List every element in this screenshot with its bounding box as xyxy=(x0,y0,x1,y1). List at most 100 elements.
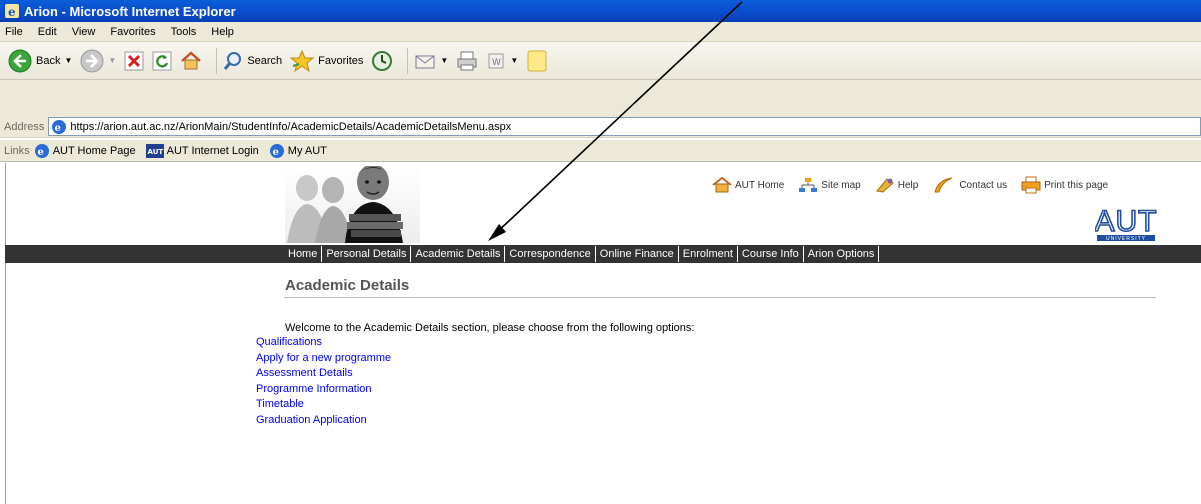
refresh-icon xyxy=(152,51,172,70)
aut-university-logo: AUT UNIVERSITY xyxy=(1094,200,1158,244)
menu-edit[interactable]: Edit xyxy=(37,26,58,38)
ie-window-icon: e xyxy=(5,4,19,19)
link-my-aut[interactable]: e My AUT xyxy=(269,143,327,159)
aut-logo-icon: AUT xyxy=(145,143,164,158)
back-button[interactable]: Back ▼ xyxy=(8,49,72,73)
toolbar-separator xyxy=(407,47,409,74)
option-graduation-application[interactable]: Graduation Application xyxy=(256,413,391,429)
menu-help[interactable]: Help xyxy=(210,26,235,38)
toolbar-separator xyxy=(216,47,218,74)
nav-enrolment[interactable]: Enrolment xyxy=(679,246,738,262)
edit-button[interactable]: W ▼ xyxy=(486,51,518,71)
link-label: My AUT xyxy=(287,144,327,157)
history-button[interactable] xyxy=(371,50,393,72)
menu-favorites[interactable]: Favorites xyxy=(109,26,156,38)
home-button[interactable] xyxy=(180,50,202,72)
option-timetable[interactable]: Timetable xyxy=(256,397,391,413)
help-label: Help xyxy=(897,179,919,191)
header-utility-links: AUT Home Site map Help Contact us Print … xyxy=(712,176,1122,194)
link-aut-home-page[interactable]: e AUT Home Page xyxy=(34,143,136,159)
window-titlebar: e Arion - Microsoft Internet Explorer xyxy=(0,0,1201,22)
print-page-label: Print this page xyxy=(1044,179,1109,191)
printer-icon xyxy=(1021,176,1041,194)
menu-view[interactable]: View xyxy=(71,26,97,38)
contact-us-link[interactable]: Contact us xyxy=(932,176,1007,194)
option-programme-information[interactable]: Programme Information xyxy=(256,382,391,398)
mail-dropdown-icon[interactable]: ▼ xyxy=(440,56,448,65)
aut-logo-image: AUT UNIVERSITY xyxy=(1094,204,1158,242)
address-url: https://arion.aut.ac.nz/ArionMain/Studen… xyxy=(70,120,512,133)
printer-icon xyxy=(457,51,477,70)
page-ie-icon: e xyxy=(52,119,67,134)
forward-button[interactable]: ▼ xyxy=(80,49,116,73)
window-title: Arion - Microsoft Internet Explorer xyxy=(24,3,236,19)
history-icon xyxy=(372,50,393,71)
menu-file[interactable]: File xyxy=(4,26,24,38)
link-aut-internet-login[interactable]: AUT AUT Internet Login xyxy=(145,143,259,158)
favorites-star-icon xyxy=(290,49,315,72)
sticky-note-icon xyxy=(527,50,547,71)
phone-icon xyxy=(934,177,953,193)
help-icon xyxy=(875,178,894,193)
home-icon xyxy=(181,50,202,69)
title-divider xyxy=(284,297,1156,298)
search-label: Search xyxy=(247,54,283,67)
note-button[interactable] xyxy=(526,49,548,73)
favorites-label: Favorites xyxy=(318,54,364,67)
page-title: Academic Details xyxy=(285,277,410,294)
search-icon xyxy=(224,51,242,70)
nav-online-finance[interactable]: Online Finance xyxy=(596,246,679,262)
stop-button[interactable] xyxy=(124,51,144,71)
standard-toolbar: Back ▼ ▼ Search Favorites ▼ W ▼ xyxy=(0,42,1201,80)
back-dropdown-icon[interactable]: ▼ xyxy=(64,56,72,65)
menu-tools[interactable]: Tools xyxy=(170,26,198,38)
favorites-button[interactable]: Favorites xyxy=(290,49,364,72)
option-apply-new-programme[interactable]: Apply for a new programme xyxy=(256,351,391,367)
back-arrow-icon xyxy=(8,49,32,72)
svg-text:AUT: AUT xyxy=(147,148,163,156)
links-label: Links xyxy=(4,144,30,157)
print-page-link[interactable]: Print this page xyxy=(1021,176,1108,194)
print-button[interactable] xyxy=(456,50,478,72)
nav-personal-details[interactable]: Personal Details xyxy=(322,246,412,262)
forward-dropdown-icon[interactable]: ▼ xyxy=(108,56,116,65)
contact-us-label: Contact us xyxy=(959,179,1008,191)
search-button[interactable]: Search xyxy=(223,51,282,71)
nav-course-info[interactable]: Course Info xyxy=(738,246,804,262)
mail-icon xyxy=(415,55,435,68)
ie-page-icon: e xyxy=(269,143,284,158)
stop-icon xyxy=(124,51,144,70)
options-list: Qualifications Apply for a new programme… xyxy=(256,335,391,428)
site-map-label: Site map xyxy=(821,179,861,191)
aut-home-link[interactable]: AUT Home xyxy=(712,177,784,193)
students-photo-image xyxy=(287,166,403,243)
forward-arrow-icon xyxy=(80,49,104,72)
nav-home[interactable]: Home xyxy=(284,246,323,262)
menu-bar: File Edit View Favorites Tools Help xyxy=(0,22,1201,42)
main-nav: Home Personal Details Academic Details C… xyxy=(284,246,880,262)
option-assessment-details[interactable]: Assessment Details xyxy=(256,366,391,382)
mail-button[interactable]: ▼ xyxy=(414,51,448,71)
site-map-link[interactable]: Site map xyxy=(798,177,861,193)
svg-text:e: e xyxy=(8,5,16,19)
svg-text:AUT: AUT xyxy=(1095,205,1157,238)
ie-page-icon: e xyxy=(34,143,49,158)
option-qualifications[interactable]: Qualifications xyxy=(256,335,391,351)
refresh-button[interactable] xyxy=(152,51,172,71)
help-link[interactable]: Help xyxy=(875,177,919,193)
link-label: AUT Internet Login xyxy=(166,144,259,157)
aut-home-label: AUT Home xyxy=(735,179,785,191)
svg-text:e: e xyxy=(55,123,61,134)
toolbar-background xyxy=(0,80,1201,116)
address-bar: Address e https://arion.aut.ac.nz/ArionM… xyxy=(0,116,1201,138)
address-input[interactable]: e https://arion.aut.ac.nz/ArionMain/Stud… xyxy=(48,117,1201,136)
edit-dropdown-icon[interactable]: ▼ xyxy=(510,56,518,65)
svg-text:UNIVERSITY: UNIVERSITY xyxy=(1106,236,1146,242)
address-label: Address xyxy=(4,120,45,133)
nav-academic-details[interactable]: Academic Details xyxy=(411,246,506,262)
nav-correspondence[interactable]: Correspondence xyxy=(505,246,596,262)
link-label: AUT Home Page xyxy=(52,144,136,157)
house-icon xyxy=(712,177,732,193)
nav-arion-options[interactable]: Arion Options xyxy=(804,246,880,262)
sitemap-icon xyxy=(799,178,818,192)
